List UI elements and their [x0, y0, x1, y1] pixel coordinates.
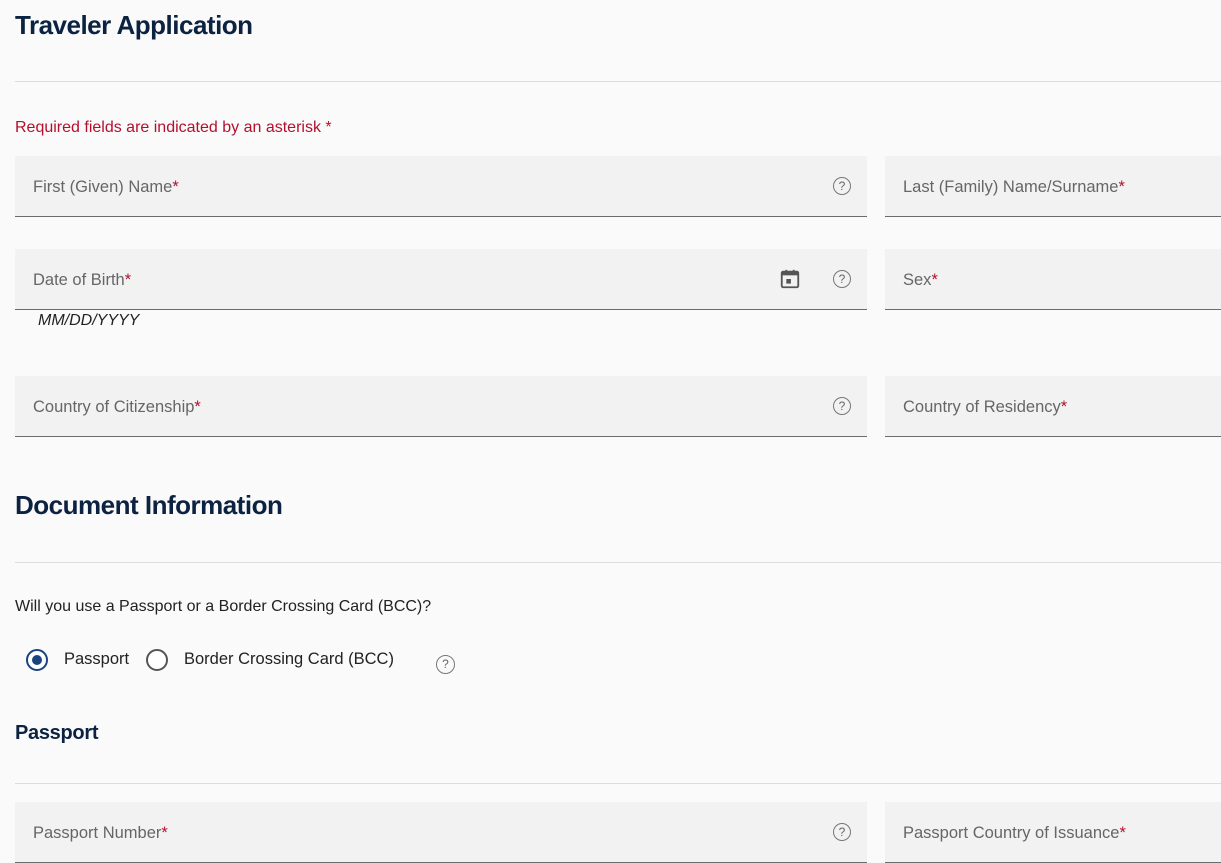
document-type-question: Will you use a Passport or a Border Cros… — [15, 598, 432, 615]
bcc-radio[interactable] — [146, 649, 168, 671]
passport-number-label: Passport Number* — [33, 824, 168, 842]
divider — [15, 81, 1221, 82]
residency-label: Country of Residency* — [903, 398, 1068, 416]
passport-country-label: Passport Country of Issuance* — [903, 824, 1126, 842]
date-of-birth-label: Date of Birth* — [33, 271, 132, 289]
passport-number-field[interactable]: Passport Number* ? — [15, 802, 867, 863]
passport-country-field[interactable]: Passport Country of Issuance* — [885, 802, 1221, 863]
passport-radio-label[interactable]: Passport — [64, 650, 129, 669]
question-circle-icon[interactable]: ? — [436, 655, 455, 674]
passport-section-title: Passport — [15, 722, 99, 744]
divider — [15, 562, 1221, 563]
country-of-citizenship-field[interactable]: Country of Citizenship* ? — [15, 376, 867, 437]
first-name-field[interactable]: First (Given) Name* ? — [15, 156, 867, 217]
last-name-label: Last (Family) Name/Surname* — [903, 178, 1125, 196]
question-circle-icon[interactable]: ? — [833, 270, 851, 288]
sex-field[interactable]: Sex* — [885, 249, 1221, 310]
question-circle-icon[interactable]: ? — [833, 397, 851, 415]
question-circle-icon[interactable]: ? — [833, 177, 851, 195]
passport-radio[interactable] — [26, 649, 48, 671]
document-information-title: Document Information — [15, 490, 283, 520]
last-name-field[interactable]: Last (Family) Name/Surname* — [885, 156, 1221, 217]
date-format-hint: MM/DD/YYYY — [38, 312, 140, 329]
page-title: Traveler Application — [15, 10, 253, 40]
country-of-residency-field[interactable]: Country of Residency* — [885, 376, 1221, 437]
sex-label: Sex* — [903, 271, 938, 289]
bcc-radio-label[interactable]: Border Crossing Card (BCC) — [184, 650, 394, 669]
citizenship-label: Country of Citizenship* — [33, 398, 201, 416]
date-of-birth-field[interactable]: Date of Birth* ? — [15, 249, 867, 310]
divider — [15, 783, 1221, 784]
first-name-label: First (Given) Name* — [33, 178, 179, 196]
question-circle-icon[interactable]: ? — [833, 823, 851, 841]
calendar-icon[interactable] — [779, 268, 801, 290]
required-fields-note: Required fields are indicated by an aste… — [15, 119, 332, 136]
